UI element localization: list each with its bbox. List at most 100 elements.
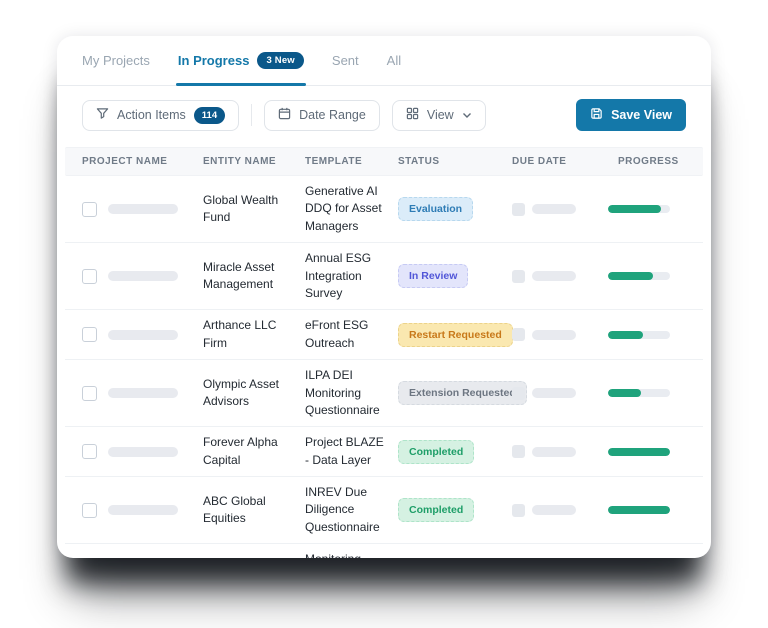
table-row[interactable]: Olympic Asset Advisors ILPA DEI Monitori… [65, 360, 703, 428]
status-badge: In Review [398, 264, 469, 289]
due-date-icon-placeholder [512, 445, 525, 459]
toolbar: Action Items 114 Date Range View Save Vi… [57, 86, 711, 143]
project-name-cell [65, 268, 203, 284]
due-date-icon-placeholder [512, 503, 525, 517]
progress-cell [608, 506, 703, 515]
due-date-cell [512, 202, 608, 216]
save-view-label: Save View [611, 108, 672, 122]
progress-cell [608, 389, 703, 398]
progress-bar [608, 330, 670, 339]
tab-label: In Progress [177, 53, 250, 68]
status-badge: Completed [398, 498, 475, 523]
table-row[interactable]: Global Wealth Fund Generative AI DDQ for… [65, 176, 703, 244]
due-date-placeholder [532, 329, 576, 340]
projects-table: Project Name Entity Name Template Status… [65, 147, 703, 558]
entity-name: ABC Global Equities [203, 493, 266, 526]
progress-cell [608, 205, 703, 214]
row-checkbox[interactable] [82, 201, 97, 217]
due-date-icon-placeholder [512, 328, 525, 342]
progress-bar [608, 506, 670, 515]
progress-fill [608, 447, 670, 456]
column-header-progress: Progress [618, 156, 679, 167]
status-cell: Completed [398, 498, 512, 523]
chevron-down-icon [462, 108, 472, 122]
column-header-entity-name: Entity Name [203, 156, 277, 167]
tab-label: All [386, 53, 402, 68]
row-checkbox[interactable] [82, 385, 97, 401]
project-name-cell [65, 502, 203, 518]
grid-view-icon [406, 107, 419, 123]
projects-panel: My Projects In Progress 3 New Sent All A… [57, 36, 711, 558]
due-date-cell [512, 328, 608, 342]
table-row[interactable]: Dilute Capitals Monitoring Annual DDQ ( … [65, 544, 703, 558]
project-name-cell [65, 327, 203, 343]
progress-bar [608, 205, 670, 214]
table-body: Global Wealth Fund Generative AI DDQ for… [65, 176, 703, 558]
template-name: eFront ESG Outreach [305, 318, 369, 350]
due-date-cell [512, 503, 608, 517]
due-date-icon-placeholder [512, 202, 525, 216]
tab-label: My Projects [82, 53, 150, 68]
view-button[interactable]: View [391, 99, 486, 131]
row-checkbox[interactable] [82, 502, 97, 518]
row-checkbox[interactable] [82, 268, 97, 284]
project-name-cell [65, 385, 203, 401]
progress-cell [608, 272, 703, 281]
row-checkbox[interactable] [82, 327, 97, 343]
progress-fill [608, 506, 670, 515]
progress-bar [608, 272, 670, 281]
toolbar-divider [251, 104, 253, 126]
due-date-cell [512, 269, 608, 283]
column-header-due-date: Due Date [512, 156, 567, 167]
template-name: Project BLAZE - Data Layer [305, 435, 384, 467]
progress-cell [608, 330, 703, 339]
progress-fill [608, 205, 661, 214]
tab-all[interactable]: All [387, 36, 401, 85]
project-name-cell [65, 201, 203, 217]
project-name-placeholder [108, 329, 178, 340]
progress-fill [608, 389, 641, 398]
project-name-cell [65, 444, 203, 460]
due-date-cell [512, 445, 608, 459]
due-date-icon-placeholder [512, 386, 525, 400]
entity-name: Arthance LLC Firm [203, 318, 277, 350]
tab-my-projects[interactable]: My Projects [82, 36, 150, 85]
progress-bar [608, 447, 670, 456]
project-name-placeholder [108, 388, 178, 399]
due-date-cell [512, 386, 608, 400]
template-name: ILPA DEI Monitoring Questionnaire [305, 368, 380, 417]
entity-name: Global Wealth Fund [203, 192, 279, 225]
save-view-button[interactable]: Save View [576, 99, 686, 131]
due-date-placeholder [532, 505, 576, 516]
action-items-label: Action Items [117, 108, 186, 122]
status-badge: Completed [398, 439, 475, 464]
table-row[interactable]: Forever Alpha Capital Project BLAZE - Da… [65, 427, 703, 478]
project-name-placeholder [108, 271, 178, 282]
status-cell: Extension Requested [398, 381, 527, 406]
project-name-placeholder [108, 505, 178, 516]
table-row[interactable]: ABC Global Equities INREV Due Diligence … [65, 477, 703, 545]
table-row[interactable]: Arthance LLC Firm eFront ESG Outreach Re… [65, 310, 703, 361]
status-badge: Restart Requested [398, 322, 513, 347]
status-badge: Extension Requested [398, 381, 527, 406]
filter-icon [96, 107, 109, 123]
save-icon [590, 107, 603, 123]
table-row[interactable]: Miracle Asset Management Annual ESG Inte… [65, 243, 703, 311]
tab-in-progress[interactable]: In Progress 3 New [175, 36, 306, 86]
progress-bar [608, 389, 670, 398]
template-name: Generative AI DDQ for Asset Managers [305, 184, 382, 233]
row-checkbox[interactable] [82, 444, 97, 460]
project-name-placeholder [108, 446, 178, 457]
column-header-project-name: Project Name [82, 156, 168, 167]
due-date-placeholder [532, 271, 576, 282]
progress-fill [608, 330, 643, 339]
date-range-label: Date Range [299, 108, 366, 122]
status-cell: In Review [398, 264, 512, 289]
entity-name: Miracle Asset Management [203, 259, 275, 292]
action-items-button[interactable]: Action Items 114 [82, 99, 240, 131]
column-header-template: Template [305, 156, 363, 167]
tab-sent[interactable]: Sent [332, 36, 359, 85]
date-range-button[interactable]: Date Range [264, 99, 380, 131]
action-items-count-badge: 114 [193, 106, 226, 124]
status-badge: Evaluation [398, 197, 474, 222]
